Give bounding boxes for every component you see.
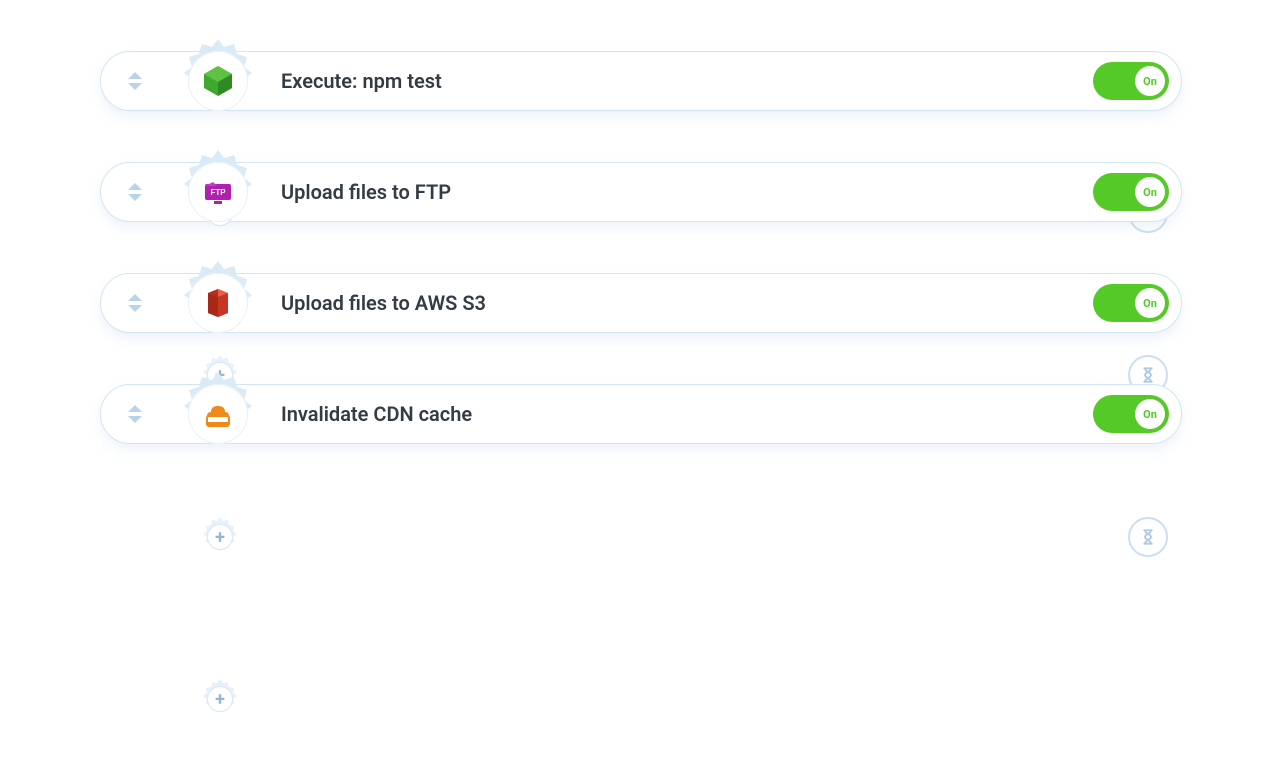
pipeline-step: Invalidate CDN cache On [100,384,1182,444]
chevron-down-icon [128,416,142,423]
step-bar[interactable]: Upload files to AWS S3 On [100,273,1182,333]
step-label[interactable]: Upload files to FTP [281,180,1093,204]
add-step-button[interactable]: + [207,524,233,550]
chevron-down-icon [128,305,142,312]
svg-text:FTP: FTP [210,188,226,197]
step-label[interactable]: Execute: npm test [281,69,1093,93]
ftp-icon: FTP [200,174,236,210]
hourglass-icon [1139,528,1157,546]
step-icon-gear [173,258,263,348]
pipeline-step: FTP Upload files to FTP On [100,162,1182,222]
toggle-label: On [1143,408,1157,421]
step-bar[interactable]: Invalidate CDN cache On [100,384,1182,444]
toggle-label: On [1143,75,1157,88]
add-step-connector: + [198,515,242,559]
toggle-knob: On [1135,177,1165,207]
drag-handle[interactable] [123,180,147,204]
enable-toggle[interactable]: On [1093,62,1169,100]
drag-handle[interactable] [123,291,147,315]
hourglass-icon [1139,366,1157,384]
step-bar[interactable]: FTP Upload files to FTP On [100,162,1182,222]
drag-handle[interactable] [123,402,147,426]
toggle-knob: On [1135,288,1165,318]
enable-toggle[interactable]: On [1093,173,1169,211]
step-icon-gear: FTP [173,147,263,237]
step-bar[interactable]: Execute: npm test On [100,51,1182,111]
drag-handle[interactable] [123,69,147,93]
enable-toggle[interactable]: On [1093,284,1169,322]
chevron-down-icon [128,194,142,201]
wait-badge[interactable] [1128,517,1168,557]
pipeline-step: Execute: npm test On [100,51,1182,111]
pipeline-step: Upload files to AWS S3 On [100,273,1182,333]
toggle-knob: On [1135,66,1165,96]
chevron-up-icon [128,72,142,79]
pipeline-list: + Execute: npm test On [0,51,1282,444]
step-label[interactable]: Upload files to AWS S3 [281,291,1093,315]
add-step-connector: + [198,677,242,721]
chevron-up-icon [128,183,142,190]
toggle-knob: On [1135,399,1165,429]
toggle-label: On [1143,186,1157,199]
chevron-down-icon [128,83,142,90]
chevron-up-icon [128,294,142,301]
s3-icon [200,285,236,321]
add-step-button[interactable]: + [207,686,233,712]
step-icon-gear [173,36,263,126]
step-label[interactable]: Invalidate CDN cache [281,402,1093,426]
step-icon-gear [173,369,263,459]
toggle-label: On [1143,297,1157,310]
node-icon [200,63,236,99]
enable-toggle[interactable]: On [1093,395,1169,433]
cdn-icon [200,396,236,432]
chevron-up-icon [128,405,142,412]
